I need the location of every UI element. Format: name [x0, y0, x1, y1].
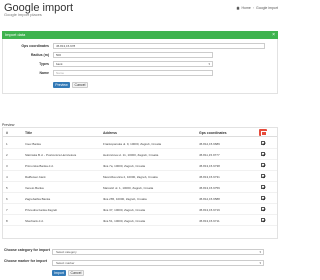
row-number: 3: [6, 164, 8, 168]
marker-select[interactable]: Select marker ▾: [52, 260, 264, 266]
row-title: Sberbank d.d.: [25, 219, 44, 223]
table-row: 1 Imex Banka Frankopanska ul. 9, 10000, Za…: [3, 138, 277, 149]
header-address: Address: [103, 131, 118, 135]
import-button[interactable]: Import: [52, 270, 66, 276]
table-row: 7 Privredna banka Zagreb Ilica 37, 10000, …: [3, 204, 277, 215]
radius-input[interactable]: 500: [53, 52, 213, 58]
header-number: #: [6, 131, 8, 135]
breadcrumb-home[interactable]: Home: [242, 6, 251, 10]
row-address: Ilica 37, 10000, Zagreb, Croatia: [103, 208, 146, 212]
row-number: 5: [6, 186, 8, 190]
row-address: Ilica 51, 10000, Zagreb, Croatia: [103, 219, 146, 223]
row-checkbox[interactable]: [261, 196, 265, 200]
row-checkbox[interactable]: [261, 185, 265, 189]
marker-row: Choose marker for import Select marker ▾: [2, 259, 278, 269]
import-form: Gps coordinates 45.813,15.978 Radius (m)…: [2, 39, 278, 94]
gps-row: Gps coordinates 45.813,15.978: [3, 43, 279, 50]
row-checkbox[interactable]: [261, 174, 265, 178]
breadcrumb-current: Google import: [256, 6, 278, 10]
header-gps: Gps coordinates: [199, 131, 227, 135]
breadcrumb-separator: ›: [252, 6, 255, 10]
gps-label: Gps coordinates: [21, 44, 49, 48]
row-checkbox[interactable]: [261, 163, 265, 167]
close-icon[interactable]: ×: [272, 31, 275, 39]
row-address: Heinzelova ul. 11, 10000, Zagreb, Croati…: [103, 153, 159, 157]
row-number: 2: [6, 153, 8, 157]
row-number: 7: [6, 208, 8, 212]
row-gps: 45.812,15.9689: [199, 142, 220, 146]
category-value: Select category: [56, 250, 77, 254]
bottom-cancel-button[interactable]: Cancel: [68, 270, 84, 276]
name-row: Name Name: [3, 70, 279, 77]
marker-value: Select marker: [56, 261, 75, 265]
radius-label: Radius (m): [30, 53, 49, 57]
table-row: 3 Primorska Banka d.d. Ilica 7a, 10000, Za…: [3, 160, 277, 171]
table-row: 5 Veneto Banka Marcelić ul. 1, 10000, Zagr…: [3, 182, 277, 193]
header-title: Title: [25, 131, 33, 135]
breadcrumb: Home › Google import: [235, 6, 278, 10]
row-title: Privredna banka Zagreb: [25, 208, 58, 212]
chevron-down-icon: ▾: [208, 62, 210, 66]
row-number: 1: [6, 142, 8, 146]
home-icon: [235, 6, 240, 10]
row-title: Raiffeisen bank: [25, 175, 46, 179]
row-number: 6: [6, 197, 8, 201]
radius-row: Radius (m) 500: [3, 52, 279, 59]
row-gps: 45.812,15.9588: [199, 197, 220, 201]
row-title: Primorska Banka d.d.: [25, 164, 54, 168]
row-number: 8: [6, 219, 8, 223]
types-value: bank: [56, 62, 63, 66]
row-gps: 45.813,15.9759: [199, 186, 220, 190]
row-checkbox[interactable]: [261, 152, 265, 156]
table-row: 4 Raiffeisen bank Mesnička ulica 2, 10000,…: [3, 171, 277, 182]
page-subtitle: Google import places: [4, 12, 42, 17]
row-checkbox[interactable]: [261, 141, 265, 145]
row-address: Marcelić ul. 1, 10000, Zagreb, Croatia: [103, 186, 154, 190]
row-checkbox[interactable]: [261, 207, 265, 211]
name-input[interactable]: Name: [53, 70, 213, 76]
row-gps: 45.813,15.9738: [199, 164, 220, 168]
preview-table: # Title Address Gps coordinates 1 Imex Ba…: [2, 127, 278, 239]
row-checkbox[interactable]: [261, 218, 265, 222]
table-row: 8 Sberbank d.d. Ilica 51, 10000, Zagreb, C…: [3, 215, 277, 226]
row-gps: 45.813,15.9711: [199, 219, 220, 223]
row-gps: 45.811,15.9777: [199, 153, 220, 157]
chevron-down-icon: ▾: [259, 250, 261, 254]
panel-title: Import data: [5, 32, 26, 37]
category-row: Choose category for import Select catego…: [2, 248, 278, 258]
row-number: 4: [6, 175, 8, 179]
row-address: Ilica 7a, 10000, Zagreb, Croatia: [103, 164, 146, 168]
row-title: Veneto Banka: [25, 186, 44, 190]
category-label: Choose category for import: [4, 248, 50, 252]
preview-button[interactable]: Preview: [53, 82, 70, 88]
marker-label: Choose marker for import: [4, 259, 47, 263]
row-address: Frankopanska ul. 9, 10000, Zagreb, Croat…: [103, 142, 162, 146]
table-row: 6 Zagrebačka Banka Ilica 265, 10000, Zagre…: [3, 193, 277, 204]
import-panel-header: Import data ×: [2, 31, 278, 39]
row-gps: 45.813,15.9731: [199, 175, 220, 179]
chevron-down-icon: ▾: [259, 261, 261, 265]
row-title: Slatinska B.d. - Poslovnica Heinzelova: [25, 153, 77, 157]
table-header: # Title Address Gps coordinates: [3, 128, 277, 137]
row-gps: 45.813,15.9719: [199, 208, 220, 212]
types-label: Types: [39, 62, 49, 66]
row-title: Imex Banka: [25, 142, 41, 146]
category-select[interactable]: Select category ▾: [52, 249, 264, 255]
row-address: Mesnička ulica 2, 10000, Zagreb, Croatia: [103, 175, 158, 179]
gps-input[interactable]: 45.813,15.978: [53, 43, 265, 49]
delete-all-button[interactable]: [259, 129, 267, 136]
table-row: 2 Slatinska B.d. - Poslovnica Heinzelova H…: [3, 149, 277, 160]
row-address: Ilica 265, 10000, Zagreb, Croatia: [103, 197, 147, 201]
cancel-button[interactable]: Cancel: [72, 82, 88, 88]
name-label: Name: [39, 71, 49, 75]
types-select[interactable]: bank ▾: [53, 61, 213, 67]
row-title: Zagrebačka Banka: [25, 197, 51, 201]
types-row: Types bank ▾: [3, 61, 279, 68]
